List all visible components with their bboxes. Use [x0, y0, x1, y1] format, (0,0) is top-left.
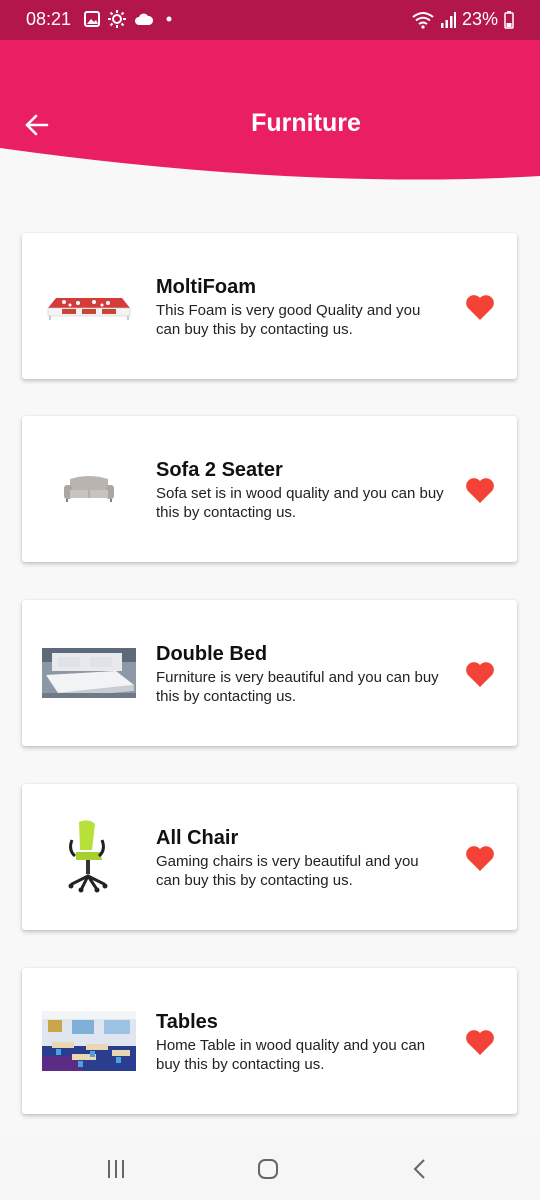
system-nav-bar: [0, 1136, 540, 1200]
page-title: Furniture: [251, 109, 361, 137]
gallery-icon: [84, 11, 100, 27]
notification-dot-icon: [166, 16, 172, 22]
product-title: MoltiFoam: [156, 276, 256, 298]
heart-icon[interactable]: [465, 293, 495, 321]
product-image-bed: [42, 645, 136, 701]
product-card-all-chair[interactable]: All Chair Gaming chairs is very beautifu…: [22, 784, 517, 930]
product-image-chair: [42, 818, 136, 896]
system-back-button[interactable]: [400, 1154, 440, 1184]
product-image-foam: [42, 278, 136, 334]
product-card-moltifoam[interactable]: MoltiFoam This Foam is very good Quality…: [22, 233, 517, 379]
recent-apps-icon: [108, 1160, 124, 1178]
heart-icon[interactable]: [465, 1028, 495, 1056]
product-title: Tables: [156, 1011, 218, 1033]
product-description: This Foam is very good Quality and you c…: [156, 302, 421, 338]
status-time: 08:21: [26, 9, 72, 29]
wifi-icon: [412, 11, 434, 29]
heart-icon[interactable]: [465, 660, 495, 688]
back-icon: [413, 1159, 425, 1179]
brightness-icon: [108, 10, 126, 28]
product-description: Home Table in wood quality and you can b…: [156, 1037, 426, 1073]
battery-icon: [504, 10, 514, 29]
cloud-icon: [135, 13, 154, 25]
product-title: Sofa 2 Seater: [156, 459, 283, 481]
signal-icon: [440, 11, 456, 28]
product-description: Gaming chairs is very beautiful and you …: [156, 853, 419, 889]
heart-icon[interactable]: [465, 844, 495, 872]
product-title: Double Bed: [156, 643, 268, 665]
home-button[interactable]: [248, 1154, 288, 1184]
battery-percentage: 23%: [461, 9, 498, 29]
recent-apps-button[interactable]: [96, 1154, 136, 1184]
heart-icon[interactable]: [465, 476, 495, 504]
product-image-sofa: [42, 461, 136, 517]
product-card-tables[interactable]: Tables Home Table in wood quality and yo…: [22, 968, 517, 1114]
product-description: Sofa set is in wood quality and you can …: [156, 485, 444, 521]
home-icon: [258, 1159, 278, 1179]
product-card-double-bed[interactable]: Double Bed Furniture is very beautiful a…: [22, 600, 517, 746]
status-bar: 08:21 23%: [0, 0, 540, 40]
product-title: All Chair: [156, 827, 239, 849]
product-description: Furniture is very beautiful and you can …: [156, 669, 439, 705]
product-card-sofa[interactable]: Sofa 2 Seater Sofa set is in wood qualit…: [22, 416, 517, 562]
product-image-tables: [42, 1008, 136, 1072]
app-bar: Furniture: [0, 40, 540, 185]
